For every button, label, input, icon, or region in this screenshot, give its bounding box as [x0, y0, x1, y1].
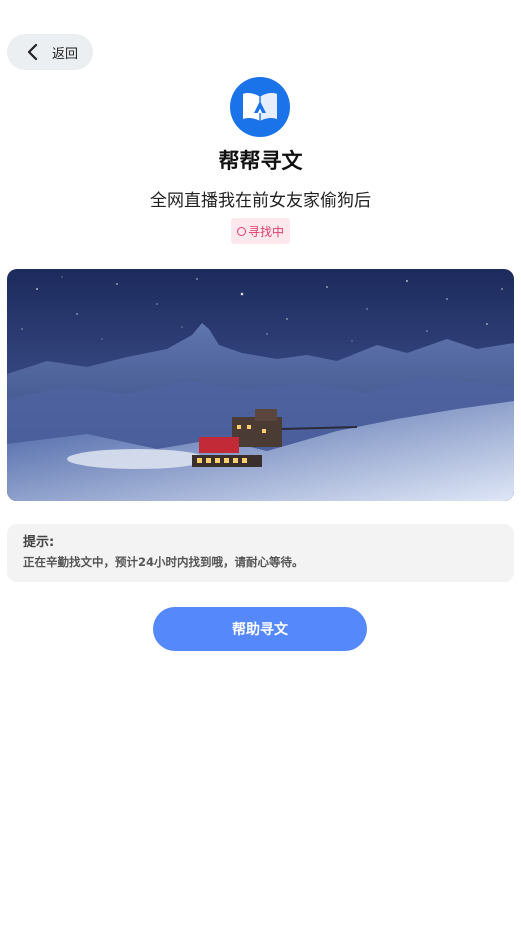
mountain-night-train-image [7, 269, 514, 501]
loading-circle-icon [236, 226, 246, 236]
page: 返回 帮帮寻文 全网直播我在前女友家偷狗后 寻找中 提示: 正在辛勤找文中，预计… [0, 0, 521, 926]
tip-text: 正在辛勤找文中，预计24小时内找到哦，请耐心等待。 [23, 555, 304, 569]
back-button[interactable]: 返回 [7, 34, 93, 70]
chevron-left-icon [27, 43, 38, 61]
back-label: 返回 [52, 46, 79, 62]
app-title: 帮帮寻文 [218, 149, 303, 173]
app-logo [230, 77, 290, 137]
status-badge: 寻找中 [231, 218, 290, 244]
status-label: 寻找中 [247, 224, 284, 239]
tip-box: 提示: 正在辛勤找文中，预计24小时内找到哦，请耐心等待。 [7, 524, 514, 582]
banner-image [7, 269, 514, 501]
tip-title: 提示: [23, 535, 55, 550]
book-title: 全网直播我在前女友家偷狗后 [150, 191, 371, 211]
help-find-button[interactable]: 帮助寻文 [153, 607, 367, 651]
open-book-icon [243, 93, 277, 121]
